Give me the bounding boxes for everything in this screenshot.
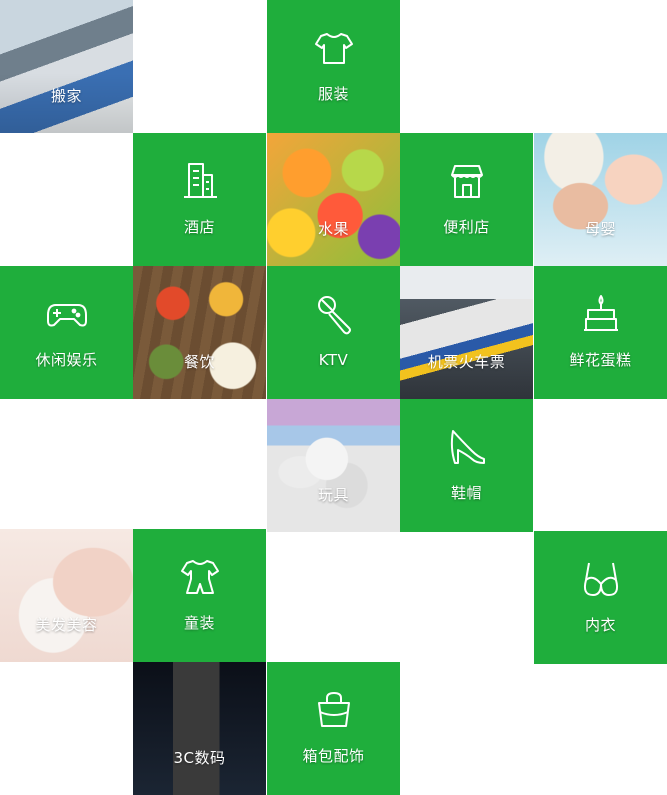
tile-bags[interactable]: 箱包配饰 xyxy=(267,662,400,795)
tile-label: 鲜花蛋糕 xyxy=(569,351,632,369)
tile-hotel[interactable]: 酒店 xyxy=(133,133,266,266)
tile-entertainment[interactable]: 休闲娱乐 xyxy=(0,266,133,399)
high-heel-icon xyxy=(400,426,533,468)
tile-beauty[interactable]: 美发美容 xyxy=(0,529,133,662)
tile-clothing[interactable]: 服装 xyxy=(267,0,400,133)
tile-label: 鞋帽 xyxy=(450,484,482,502)
tile-label: 便利店 xyxy=(443,218,490,236)
tile-label: 休闲娱乐 xyxy=(35,351,98,369)
tile-toys[interactable]: 玩具 xyxy=(267,399,400,532)
cake-icon xyxy=(534,293,667,335)
tile-maternity[interactable]: 母婴 xyxy=(534,133,667,266)
category-grid: 搬家 服装 酒店 水果 便利店 母婴 休闲娱乐 餐饮 KTV 机票火车票 鲜花蛋… xyxy=(0,0,667,795)
tile-fruit[interactable]: 水果 xyxy=(267,133,400,266)
tile-label: 搬家 xyxy=(50,87,82,105)
digital-photo xyxy=(133,662,266,795)
toys-photo xyxy=(267,399,400,532)
tile-label: 水果 xyxy=(317,220,349,238)
tile-flowers-cake[interactable]: 鲜花蛋糕 xyxy=(534,266,667,399)
tile-underwear[interactable]: 内衣 xyxy=(534,531,667,664)
tile-digital[interactable]: 3C数码 xyxy=(133,662,266,795)
handbag-icon xyxy=(267,689,400,731)
gamepad-icon xyxy=(0,293,133,335)
building-icon xyxy=(133,160,266,202)
tile-label: 3C数码 xyxy=(173,749,226,767)
kids-clothes-icon xyxy=(133,556,266,598)
tile-label: 服装 xyxy=(317,85,349,103)
microphone-icon xyxy=(267,293,400,335)
tile-shoes-hats[interactable]: 鞋帽 xyxy=(400,399,533,532)
tile-label: 酒店 xyxy=(183,218,215,236)
tile-label: 餐饮 xyxy=(183,353,215,371)
tshirt-icon xyxy=(267,27,400,69)
tile-moving[interactable]: 搬家 xyxy=(0,0,133,133)
tile-label: 玩具 xyxy=(317,486,349,504)
maternity-photo xyxy=(534,133,667,266)
tile-label: 机票火车票 xyxy=(427,353,506,371)
tile-label: 童装 xyxy=(183,614,215,632)
train-photo xyxy=(400,266,533,399)
tile-ktv[interactable]: KTV xyxy=(267,266,400,399)
tile-label: 母婴 xyxy=(584,220,616,238)
tile-tickets[interactable]: 机票火车票 xyxy=(400,266,533,399)
bra-icon xyxy=(534,558,667,600)
store-icon xyxy=(400,160,533,202)
fruit-photo xyxy=(267,133,400,266)
tile-label: 内衣 xyxy=(584,616,616,634)
tile-label: 美发美容 xyxy=(35,616,98,634)
tile-label: KTV xyxy=(318,351,349,369)
beauty-photo xyxy=(0,529,133,662)
dining-photo xyxy=(133,266,266,399)
tile-dining[interactable]: 餐饮 xyxy=(133,266,266,399)
tile-label: 箱包配饰 xyxy=(302,747,365,765)
moving-photo xyxy=(0,0,133,133)
tile-kids-clothing[interactable]: 童装 xyxy=(133,529,266,662)
tile-convenience-store[interactable]: 便利店 xyxy=(400,133,533,266)
